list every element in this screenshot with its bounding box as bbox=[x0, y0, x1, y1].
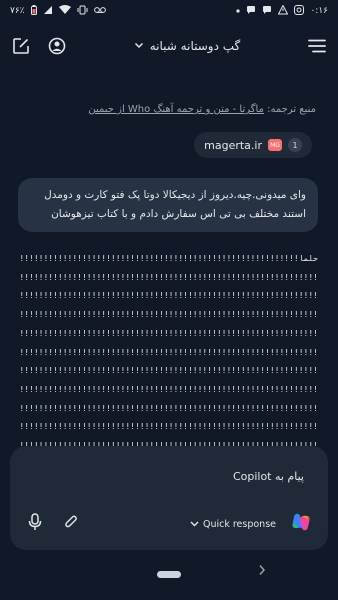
chat-title-dropdown[interactable]: گپ دوستانه شبانه bbox=[134, 39, 240, 53]
attachment-icon bbox=[65, 515, 77, 528]
source-link[interactable]: ماگرتا - متن و ترجمه آهنگ Who از جیمین bbox=[88, 104, 264, 115]
status-bar: ۷۶٪ ۰:۱۶ bbox=[0, 0, 338, 22]
copilot-button[interactable] bbox=[290, 511, 312, 537]
voicemail-icon bbox=[93, 6, 106, 17]
home-pill-icon[interactable] bbox=[157, 571, 181, 578]
status-time: ۰:۱۶ bbox=[310, 6, 328, 16]
new-chat-button[interactable] bbox=[10, 35, 32, 57]
favicon-text: MG bbox=[270, 141, 280, 149]
reply-line: !!!!!!!!!!!!!!!!!!!!!!!!!!!!!!!!!!!!!!!!… bbox=[18, 384, 318, 394]
source-prefix: منبع ترجمه: bbox=[267, 104, 316, 115]
reply-line: !!!!!!!!!!!!!!!!!!!!!!!!!!!!!!!!!!!!!!!!… bbox=[18, 310, 318, 320]
quick-response-label: Quick response bbox=[202, 518, 276, 530]
microphone-button[interactable] bbox=[28, 513, 42, 535]
status-left: ۷۶٪ bbox=[10, 4, 106, 18]
chat-title: گپ دوستانه شبانه bbox=[149, 39, 241, 53]
copilot-logo-icon bbox=[292, 513, 310, 531]
message-input[interactable]: پیام به Copilot bbox=[233, 470, 304, 483]
user-message-line: استند مختلف بی تی اس سفارش دادم و با کتا… bbox=[51, 208, 306, 220]
reply-line: !!!!!!!!!!!!!!!!!!!!!!!!!!!!!!!!!!!!!!!!… bbox=[18, 422, 318, 432]
reply-line: !!!!!!!!!!!!!!!!!!!!!!!!!!!!!!!!!!!!!!!!… bbox=[18, 403, 318, 413]
chevron-down-icon bbox=[134, 41, 144, 52]
citation-number: 1 bbox=[288, 138, 302, 152]
message-composer: پیام به Copilot Quick response bbox=[10, 446, 328, 550]
user-message: وای میدونی.چیه.دیروز از دیجیکالا دوتا پک… bbox=[18, 178, 318, 232]
menu-button[interactable] bbox=[306, 35, 328, 57]
battery-icon bbox=[30, 4, 37, 18]
attachment-button[interactable] bbox=[64, 514, 78, 534]
instagram-icon bbox=[294, 4, 305, 18]
reply-line: !!!!!!!!!!!!!!!!!!!!!!!!!!!!!!!!!!!!!!!!… bbox=[18, 272, 318, 282]
app-header: گپ دوستانه شبانه bbox=[0, 28, 338, 64]
nav-forward-button[interactable] bbox=[258, 564, 266, 580]
header-left-actions bbox=[10, 35, 68, 57]
dot-icon bbox=[236, 6, 241, 16]
microphone-icon bbox=[28, 513, 42, 530]
assistant-reply: حلما!!!!!!!!!!!!!!!!!!!!!!!!!!!!!!!!!!!!… bbox=[18, 250, 318, 450]
reply-line: !!!!!!!!!!!!!!!!!!!!!!!!!!!!!!!!!!!!!!!!… bbox=[18, 328, 318, 338]
citation-chip[interactable]: magerta.ir MG 1 bbox=[194, 132, 312, 158]
status-right: ۰:۱۶ bbox=[236, 3, 328, 18]
battery-percent: ۷۶٪ bbox=[10, 6, 25, 16]
reply-line: !!!!!!!!!!!!!!!!!!!!!!!!!!!!!!!!!!!!!!!!… bbox=[18, 366, 318, 376]
site-favicon-icon: MG bbox=[268, 139, 282, 151]
translation-source: منبع ترجمه: ماگرتا - متن و ترجمه آهنگ Wh… bbox=[20, 104, 316, 115]
reply-line: !!!!!!!!!!!!!!!!!!!!!!!!!!!!!!!!!!!!!!!!… bbox=[18, 347, 318, 357]
chat-bubble-icon bbox=[246, 5, 256, 18]
quick-response-dropdown[interactable]: Quick response bbox=[190, 519, 276, 530]
chevron-right-icon bbox=[259, 565, 266, 575]
chat-bubble-icon bbox=[262, 5, 272, 18]
warning-icon bbox=[278, 3, 289, 18]
menu-icon bbox=[308, 39, 326, 53]
signal-icon bbox=[43, 5, 53, 18]
profile-icon bbox=[48, 37, 66, 55]
reply-line: !!!!!!!!!!!!!!!!!!!!!!!!!!!!!!!!!!!!!!!!… bbox=[18, 291, 318, 301]
new-chat-icon bbox=[13, 38, 29, 54]
composer-actions: Quick response bbox=[28, 512, 312, 536]
user-message-line: وای میدونی.چیه.دیروز از دیجیکالا دوتا پک… bbox=[44, 189, 306, 201]
citation-site: magerta.ir bbox=[204, 138, 262, 152]
composer-right-actions: Quick response bbox=[190, 511, 312, 537]
profile-button[interactable] bbox=[46, 35, 68, 57]
reply-first-line: حلما!!!!!!!!!!!!!!!!!!!!!!!!!!!!!!!!!!!!… bbox=[18, 254, 318, 263]
chevron-down-icon bbox=[190, 521, 199, 527]
composer-left-actions bbox=[28, 513, 78, 535]
vibrate-icon bbox=[77, 5, 88, 18]
wifi-icon bbox=[58, 4, 71, 18]
system-nav-bar bbox=[0, 556, 338, 600]
